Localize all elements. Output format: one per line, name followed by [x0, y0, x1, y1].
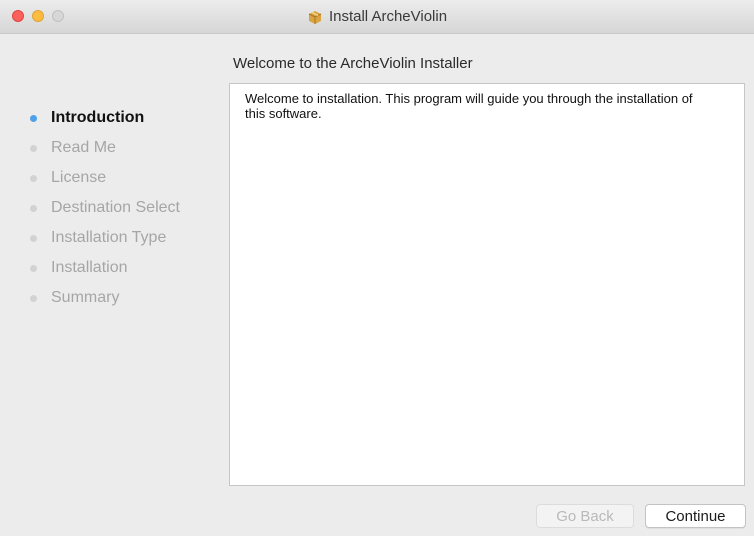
- step-sidebar: Introduction Read Me License Destination…: [28, 103, 228, 313]
- step-dot-icon: [30, 204, 37, 212]
- step-label: Installation Type: [51, 229, 167, 246]
- step-label: Summary: [51, 289, 120, 306]
- step-dot-icon: [30, 144, 37, 152]
- step-dot-icon: [30, 114, 37, 122]
- title-bar: Install ArcheViolin: [0, 0, 754, 34]
- step-dot-icon: [30, 174, 37, 182]
- step-dot-icon: [30, 294, 37, 302]
- step-dot-icon: [30, 234, 37, 242]
- step-license: License: [28, 163, 228, 193]
- window-title: Install ArcheViolin: [328, 8, 448, 25]
- content-pane[interactable]: Welcome to installation. This program wi…: [229, 83, 745, 486]
- page-heading: Welcome to the ArcheViolin Installer: [233, 55, 473, 72]
- package-icon: [308, 10, 322, 24]
- step-read-me: Read Me: [28, 133, 228, 163]
- step-dot-icon: [30, 264, 37, 272]
- step-label: License: [51, 169, 107, 186]
- go-back-button[interactable]: Go Back: [536, 504, 634, 528]
- step-label: Installation: [51, 259, 128, 276]
- step-summary: Summary: [28, 283, 228, 313]
- continue-button[interactable]: Continue: [645, 504, 746, 528]
- welcome-text: Welcome to installation. This program wi…: [245, 91, 693, 121]
- step-label: Read Me: [51, 139, 116, 156]
- step-destination-select: Destination Select: [28, 193, 228, 223]
- step-label: Introduction: [51, 109, 145, 126]
- step-installation-type: Installation Type: [28, 223, 228, 253]
- step-label: Destination Select: [51, 199, 180, 216]
- step-installation: Installation: [28, 253, 228, 283]
- step-introduction: Introduction: [28, 103, 228, 133]
- window-title-container: Install ArcheViolin: [0, 0, 754, 33]
